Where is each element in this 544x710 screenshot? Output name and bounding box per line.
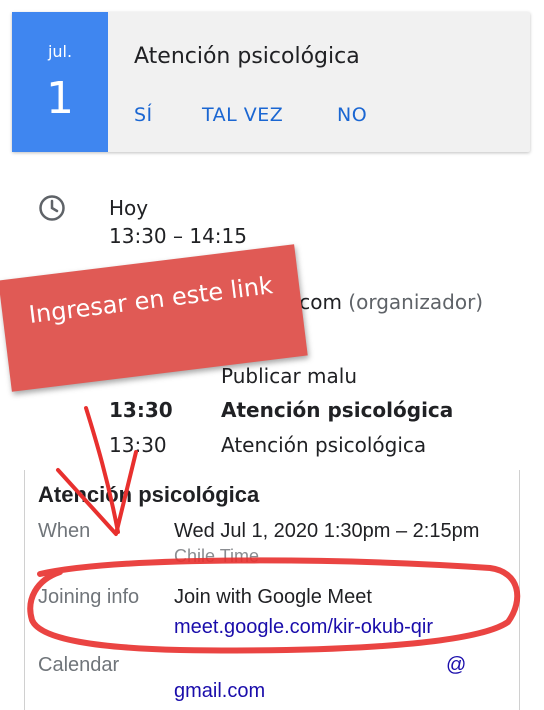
agenda-item[interactable]: 13:30 Atención psicológica bbox=[109, 433, 426, 457]
invite-title: Atención psicológica bbox=[38, 482, 260, 507]
clock-icon bbox=[39, 195, 65, 221]
agenda-title: Atención psicológica bbox=[221, 398, 454, 422]
callout-text: Ingresar en este link bbox=[27, 271, 275, 329]
join-google-meet-text: Join with Google Meet bbox=[174, 586, 372, 608]
calendar-label: Calendar bbox=[38, 654, 120, 676]
event-day: 1 bbox=[46, 73, 74, 124]
rsvp-no-button[interactable]: NO bbox=[337, 104, 367, 126]
rsvp-yes-button[interactable]: SÍ bbox=[134, 104, 153, 126]
event-month: jul. bbox=[47, 42, 73, 61]
event-title: Atención psicológica bbox=[134, 44, 360, 69]
agenda-time: 13:30 bbox=[109, 433, 167, 457]
when-value: Wed Jul 1, 2020 1:30pm – 2:15pm bbox=[174, 520, 480, 542]
rsvp-maybe-button[interactable]: TAL VEZ bbox=[202, 104, 283, 126]
event-date-badge: jul. 1 bbox=[12, 12, 108, 152]
timezone-text: Chile Time bbox=[174, 546, 260, 566]
agenda-title: Atención psicológica bbox=[221, 433, 427, 457]
agenda-title: Publicar malu bbox=[221, 364, 357, 388]
when-label: When bbox=[38, 520, 91, 542]
joining-info-label: Joining info bbox=[38, 586, 140, 608]
meet-link[interactable]: meet.google.com/kir-okub-qir bbox=[174, 616, 433, 639]
agenda-time: 13:30 bbox=[109, 398, 173, 422]
event-day-label: Hoy bbox=[109, 196, 149, 220]
organizer-suffix: (organizador) bbox=[348, 290, 484, 314]
calendar-at-sign[interactable]: @ bbox=[446, 654, 466, 677]
event-header-card: jul. 1 Atención psicológica SÍ TAL VEZ N… bbox=[12, 12, 530, 152]
agenda-item[interactable]: 13:30 Atención psicológica bbox=[109, 398, 453, 422]
event-time-range: 13:30 – 14:15 bbox=[109, 224, 247, 248]
